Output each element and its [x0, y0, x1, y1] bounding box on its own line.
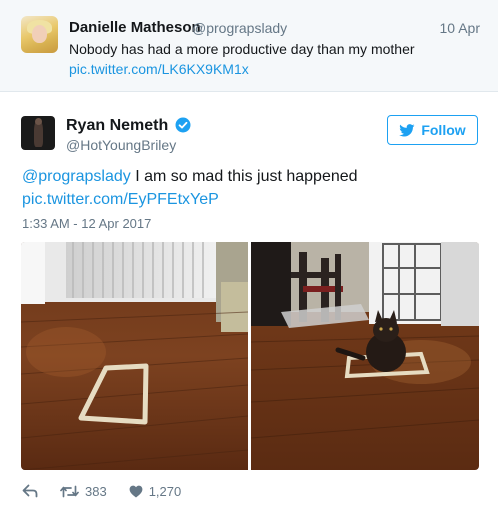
parent-tweet-date[interactable]: 10 Apr — [440, 20, 480, 36]
tweet-photos — [21, 242, 479, 470]
tweet-actions: 383 1,270 — [22, 482, 203, 500]
mention-link[interactable]: @prograpslady — [22, 168, 131, 185]
heart-icon[interactable] — [129, 485, 143, 498]
tweet-media-link[interactable]: pic.twitter.com/EyPFEtxYeP — [22, 191, 219, 209]
avatar[interactable] — [21, 116, 55, 150]
reply-icon[interactable] — [22, 484, 38, 498]
like-count: 1,270 — [148, 483, 182, 499]
follow-button-label: Follow — [421, 122, 466, 138]
tweet-text: @prograpslady I am so mad this just happ… — [22, 168, 358, 186]
retweet-icon[interactable] — [60, 485, 79, 498]
avatar[interactable] — [21, 16, 58, 53]
parent-author-name[interactable]: Danielle Matheson — [69, 19, 201, 36]
avatar-face — [32, 25, 47, 43]
photo-cat-in-tape[interactable] — [251, 242, 479, 470]
parent-tweet[interactable]: Danielle Matheson @prograpslady 10 Apr N… — [0, 0, 498, 92]
author-name[interactable]: Ryan Nemeth — [66, 117, 168, 135]
photo-floor-tape[interactable] — [21, 242, 248, 470]
tweet-text-body: I am so mad this just happened — [130, 168, 358, 185]
avatar-head — [35, 118, 42, 125]
parent-tweet-text: Nobody has had a more productive day tha… — [69, 41, 415, 57]
verified-badge-icon — [175, 117, 191, 133]
retweet-count: 383 — [85, 483, 107, 499]
photo-cat-in-tape-image — [251, 242, 479, 470]
parent-author-handle[interactable]: @prograpslady — [192, 20, 287, 36]
reply-action[interactable] — [22, 484, 38, 498]
author-handle[interactable]: @HotYoungBriley — [66, 137, 176, 153]
retweet-action[interactable]: 383 — [60, 484, 107, 499]
twitter-bird-icon — [399, 123, 415, 136]
follow-button[interactable]: Follow — [387, 115, 478, 145]
tweet-timestamp[interactable]: 1:33 AM - 12 Apr 2017 — [22, 216, 151, 231]
like-action[interactable]: 1,270 — [129, 483, 182, 499]
photo-floor-tape-image — [21, 242, 248, 470]
parent-tweet-link[interactable]: pic.twitter.com/LK6KX9KM1x — [69, 61, 249, 77]
